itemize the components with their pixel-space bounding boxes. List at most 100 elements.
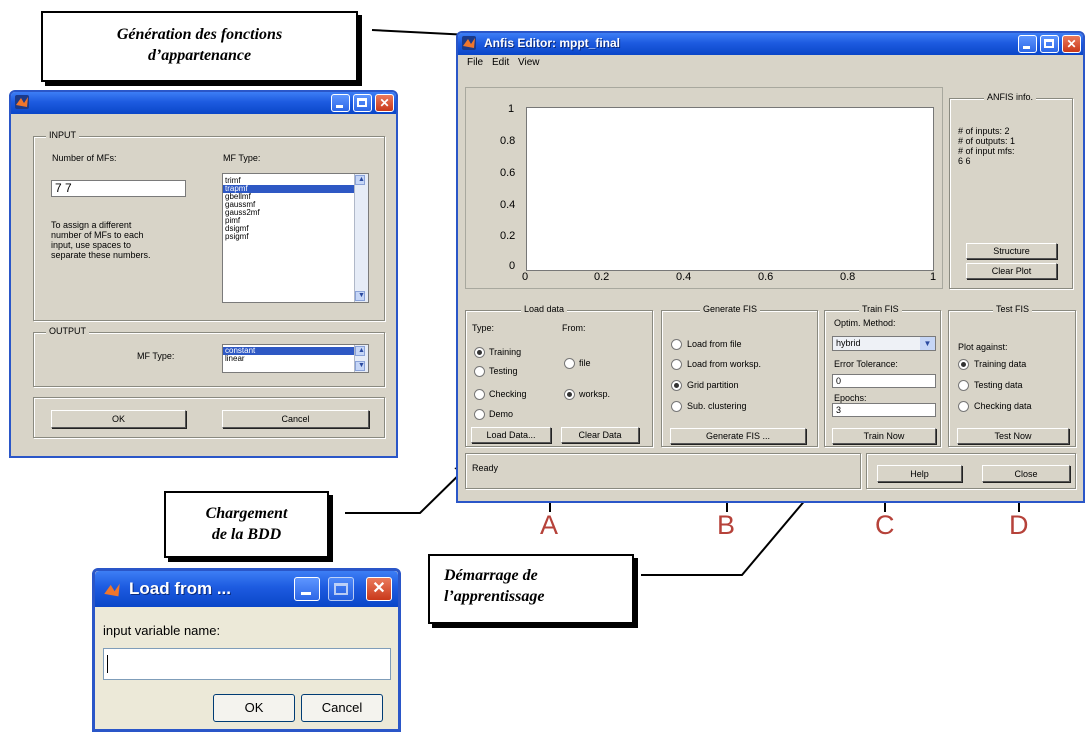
output-type-list[interactable]: constant linear ▲ ▼: [222, 344, 369, 373]
connector-chargement: [345, 462, 472, 514]
scroll-down-icon[interactable]: ▼: [355, 291, 365, 301]
clear-data-button[interactable]: Clear Data: [561, 427, 639, 443]
radio-training-data[interactable]: [958, 359, 969, 370]
maximize-icon: [1044, 39, 1054, 48]
optim-method-select[interactable]: hybrid ▼: [832, 336, 936, 351]
error-tolerance-label: Error Tolerance:: [834, 359, 898, 369]
number-of-mfs-input[interactable]: 7 7: [51, 180, 186, 197]
radio-checking-label: Checking: [489, 389, 527, 399]
radio-file[interactable]: [564, 358, 575, 369]
y-tick-label: 0.8: [500, 135, 516, 147]
scroll-up-icon[interactable]: ▲: [355, 175, 365, 185]
callout-generation: Génération des fonctions d’appartenance: [41, 11, 358, 82]
x-tick-label: 0.2: [594, 271, 610, 283]
help-line: To assign a different: [51, 220, 132, 230]
list-item[interactable]: linear: [223, 355, 368, 363]
close-button[interactable]: ✕: [1062, 35, 1081, 53]
radio-checking[interactable]: [474, 389, 485, 400]
train-now-button[interactable]: Train Now: [832, 428, 936, 444]
text-cursor: [107, 655, 108, 673]
scroll-up-icon[interactable]: ▲: [355, 346, 365, 356]
scroll-down-icon[interactable]: ▼: [355, 361, 365, 371]
radio-testing-data[interactable]: [958, 380, 969, 391]
mf-dialog-titlebar[interactable]: ✕: [11, 92, 396, 114]
menu-edit[interactable]: Edit: [492, 55, 509, 71]
radio-checking-data[interactable]: [958, 401, 969, 412]
load-from-titlebar[interactable]: Load from ... ✕: [95, 571, 398, 607]
load-data-button[interactable]: Load Data...: [471, 427, 551, 443]
maximize-icon: [357, 98, 367, 107]
mf-dialog-window: ✕ INPUT Number of MFs: 7 7 To assign a d…: [9, 90, 398, 458]
error-tolerance-input[interactable]: 0: [832, 374, 936, 388]
close-button[interactable]: ✕: [375, 94, 394, 112]
anfis-titlebar[interactable]: Anfis Editor: mppt_final ✕: [458, 33, 1083, 55]
ok-button[interactable]: OK: [51, 410, 186, 428]
radio-worksp[interactable]: [564, 389, 575, 400]
radio-load-from-worksp[interactable]: [671, 359, 682, 370]
cancel-button[interactable]: Cancel: [222, 410, 369, 428]
info-line: 6 6: [958, 156, 971, 166]
mf-type-list[interactable]: trimf trapmf gbellmf gaussmf gauss2mf pi…: [222, 173, 369, 303]
chevron-down-icon[interactable]: ▼: [920, 337, 935, 350]
radio-load-from-file[interactable]: [671, 339, 682, 350]
matlab-icon: [15, 95, 29, 109]
minimize-button[interactable]: [331, 94, 350, 112]
minimize-button[interactable]: [1018, 35, 1037, 53]
radio-testing-data-label: Testing data: [974, 380, 1023, 390]
radio-load-from-worksp-label: Load from worksp.: [687, 359, 762, 369]
maximize-button[interactable]: [1040, 35, 1059, 53]
close-window-button[interactable]: Close: [982, 465, 1070, 482]
callout-generation-line1: Génération des fonctions: [116, 26, 283, 43]
epochs-input[interactable]: 3: [832, 403, 936, 417]
close-icon: ✕: [1066, 37, 1077, 51]
output-mf-type-label: MF Type:: [137, 351, 175, 361]
maximize-button[interactable]: [353, 94, 372, 112]
menu-file[interactable]: File: [467, 55, 483, 71]
radio-checking-data-label: Checking data: [974, 401, 1032, 411]
section-letter-c: C: [875, 510, 895, 540]
minimize-icon: [301, 592, 311, 595]
close-icon: ✕: [379, 96, 390, 110]
optim-method-value: hybrid: [836, 338, 861, 348]
radio-demo[interactable]: [474, 409, 485, 420]
test-fis-title: Test FIS: [993, 304, 1033, 314]
test-now-button[interactable]: Test Now: [957, 428, 1069, 444]
list-item[interactable]: psigmf: [223, 233, 368, 241]
minimize-icon: [336, 105, 343, 108]
matlab-icon: [103, 581, 121, 599]
radio-grid-partition[interactable]: [671, 380, 682, 391]
radio-demo-label: Demo: [489, 409, 514, 419]
load-data-title: Load data: [521, 304, 568, 314]
input-variable-field[interactable]: [103, 648, 391, 680]
y-tick-label: 0.6: [500, 167, 516, 179]
y-tick-label: 1: [508, 103, 515, 115]
menu-view[interactable]: View: [518, 55, 540, 71]
radio-sub-clustering[interactable]: [671, 401, 682, 412]
from-label: From:: [562, 323, 586, 333]
y-tick-label: 0.2: [500, 230, 516, 242]
anfis-info-title: ANFIS info.: [984, 92, 1037, 102]
close-button[interactable]: ✕: [366, 577, 392, 601]
minimize-button[interactable]: [294, 577, 320, 601]
structure-button[interactable]: Structure: [966, 243, 1057, 259]
maximize-icon: [334, 583, 348, 595]
mf-type-scrollbar[interactable]: ▲ ▼: [354, 174, 368, 302]
anfis-editor-window: Anfis Editor: mppt_final ✕ File Edit Vie…: [456, 31, 1085, 503]
callout-chargement-line2: de la BDD: [211, 526, 282, 543]
help-button[interactable]: Help: [877, 465, 962, 482]
radio-training[interactable]: [474, 347, 485, 358]
list-item[interactable]: gauss2mf: [223, 209, 368, 217]
output-type-scrollbar[interactable]: ▲ ▼: [354, 345, 368, 372]
output-group-label: OUTPUT: [46, 326, 89, 336]
clear-plot-button[interactable]: Clear Plot: [966, 263, 1057, 279]
cancel-button[interactable]: Cancel: [301, 694, 383, 722]
y-tick-label: 0: [509, 260, 516, 272]
input-variable-prompt: input variable name:: [103, 623, 221, 638]
generate-fis-button[interactable]: Generate FIS ...: [670, 428, 806, 444]
maximize-button[interactable]: [328, 577, 354, 601]
radio-testing[interactable]: [474, 366, 485, 377]
generate-fis-panel: Generate FIS: [661, 304, 818, 447]
matlab-icon: [462, 36, 476, 50]
help-line: input, use spaces to: [51, 240, 132, 250]
ok-button[interactable]: OK: [213, 694, 295, 722]
